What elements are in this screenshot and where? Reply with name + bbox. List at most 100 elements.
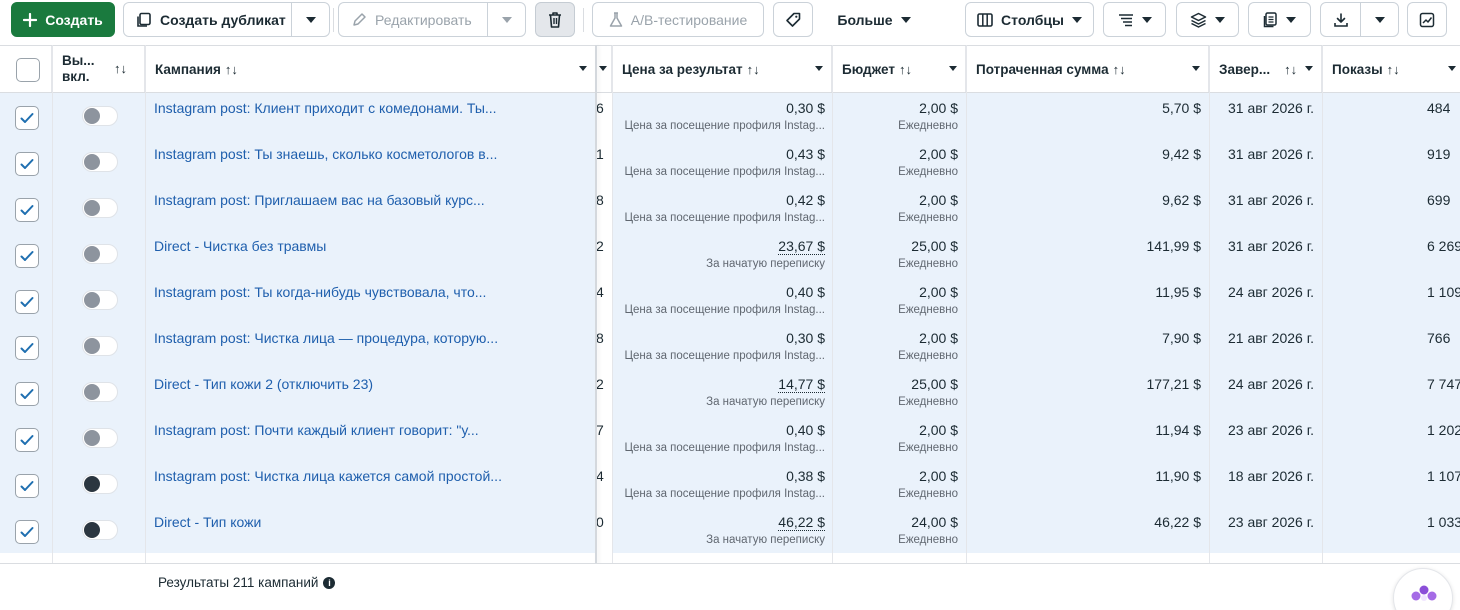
campaign-name-link[interactable]: Instagram post: Ты знаешь, сколько косме…: [154, 146, 574, 162]
toggle-knob: [84, 108, 100, 124]
campaign-name-link[interactable]: Instagram post: Чистка лица кажется само…: [154, 468, 574, 484]
header-campaign[interactable]: Кампания ↑↓: [145, 46, 596, 92]
table-row[interactable]: Instagram post: Приглашаем вас на базовы…: [0, 185, 1460, 231]
cost-value-text[interactable]: 23,67 $: [778, 238, 825, 255]
header-toggle[interactable]: Вы... вкл. ↑↓: [52, 46, 145, 92]
sort-icon[interactable]: ↑↓: [899, 62, 912, 77]
table-footer: Результаты 211 кампаний i: [0, 563, 1460, 610]
row-checkbox[interactable]: [15, 428, 39, 452]
info-icon[interactable]: i: [323, 576, 336, 589]
header-impressions[interactable]: Показы ↑↓: [1322, 46, 1460, 92]
reports-button[interactable]: [1248, 2, 1311, 37]
campaign-name-link[interactable]: Direct - Тип кожи: [154, 514, 574, 530]
chevron-down-icon[interactable]: [579, 66, 587, 71]
delete-button[interactable]: [535, 2, 575, 37]
campaign-toggle[interactable]: [82, 152, 118, 172]
campaign-name-link[interactable]: Instagram post: Почти каждый клиент гово…: [154, 422, 574, 438]
export-button[interactable]: [1321, 3, 1360, 36]
campaign-toggle[interactable]: [82, 382, 118, 402]
row-checkbox[interactable]: [15, 336, 39, 360]
export-dropdown-button[interactable]: [1361, 3, 1399, 36]
table-row[interactable]: Instagram post: Ты знаешь, сколько косме…: [0, 139, 1460, 185]
chevron-down-icon: [1375, 16, 1385, 23]
columns-button[interactable]: Столбцы: [965, 2, 1094, 37]
row-checkbox[interactable]: [15, 198, 39, 222]
chevron-down-icon[interactable]: [949, 66, 957, 71]
row-checkbox[interactable]: [15, 244, 39, 268]
campaign-toggle[interactable]: [82, 474, 118, 494]
table-row[interactable]: Direct - Чистка без травмы 2 23,67 $ За нач…: [0, 231, 1460, 277]
layers-button[interactable]: [1176, 2, 1239, 37]
sort-icon[interactable]: ↑↓: [1284, 62, 1297, 77]
row-checkbox[interactable]: [15, 520, 39, 544]
create-button[interactable]: Создать: [11, 2, 115, 37]
duplicate-dropdown-button[interactable]: [292, 3, 330, 36]
spent-value: 177,21 $: [1146, 376, 1202, 392]
spent-value: 9,42 $: [1162, 146, 1201, 162]
duplicate-button[interactable]: Создать дубликат: [160, 12, 286, 28]
chevron-down-icon[interactable]: [1448, 66, 1456, 71]
campaign-name-link[interactable]: Instagram post: Приглашаем вас на базовы…: [154, 192, 574, 208]
campaign-name-link[interactable]: Direct - Тип кожи 2 (отключить 23): [154, 376, 574, 392]
pinned-column-divider[interactable]: [595, 45, 597, 610]
chevron-down-icon[interactable]: [815, 66, 823, 71]
ab-test-button[interactable]: A/B-тестирование: [592, 2, 764, 37]
table-row[interactable]: Instagram post: Чистка лица кажется само…: [0, 461, 1460, 507]
campaign-name-link[interactable]: Instagram post: Ты когда-нибудь чувствов…: [154, 284, 574, 300]
table-row[interactable]: Direct - Тип кожи 2 (отключить 23) 2 14,77…: [0, 369, 1460, 415]
row-highlight: [612, 507, 1460, 553]
row-checkbox[interactable]: [15, 152, 39, 176]
select-all-checkbox[interactable]: [16, 58, 40, 82]
edit-dropdown-button[interactable]: [488, 3, 526, 36]
sort-icon[interactable]: ↑↓: [225, 62, 238, 77]
sort-icon[interactable]: ↑↓: [1387, 62, 1400, 77]
spent-value: 46,22 $: [1154, 514, 1201, 530]
row-checkbox[interactable]: [15, 106, 39, 130]
chevron-down-icon[interactable]: [599, 66, 607, 71]
row-checkbox[interactable]: [15, 382, 39, 406]
end-date-value: 21 авг 2026 г.: [1227, 330, 1314, 346]
header-cost-per-result[interactable]: Цена за результат ↑↓: [612, 46, 832, 92]
row-checkbox[interactable]: [15, 474, 39, 498]
row-checkbox[interactable]: [15, 290, 39, 314]
campaign-toggle[interactable]: [82, 290, 118, 310]
toggle-knob: [84, 476, 100, 492]
campaign-toggle[interactable]: [82, 428, 118, 448]
cost-value-text[interactable]: 46,22 $: [778, 514, 825, 531]
cost-value-text: 0,43 $: [786, 146, 825, 162]
header-budget[interactable]: Бюджет ↑↓: [832, 46, 966, 92]
edit-button[interactable]: Редактировать: [375, 12, 472, 28]
impressions-value: 7 747: [1427, 376, 1460, 392]
chevron-down-icon[interactable]: [1305, 66, 1313, 71]
results-cell-truncated: 8: [596, 192, 604, 208]
chart-button[interactable]: [1407, 2, 1447, 37]
campaign-name-link[interactable]: Instagram post: Клиент приходит с комедо…: [154, 100, 574, 116]
tag-button[interactable]: [773, 2, 813, 37]
table-row[interactable]: Instagram post: Почти каждый клиент гово…: [0, 415, 1460, 461]
campaign-name-link[interactable]: Instagram post: Чистка лица — процедура,…: [154, 330, 574, 346]
header-spent[interactable]: Потраченная сумма ↑↓: [966, 46, 1209, 92]
campaign-toggle[interactable]: [82, 520, 118, 540]
sort-icon[interactable]: ↑↓: [747, 62, 760, 77]
cost-value-text[interactable]: 14,77 $: [778, 376, 825, 393]
table-row[interactable]: Instagram post: Ты когда-нибудь чувствов…: [0, 277, 1460, 323]
campaign-toggle[interactable]: [82, 106, 118, 126]
table-row[interactable]: Direct - Тип кожи 0 46,22 $ За начатую пере…: [0, 507, 1460, 553]
duplicate-icon[interactable]: [136, 12, 152, 28]
cost-value-text: 0,38 $: [786, 468, 825, 484]
campaigns-table: Вы... вкл. ↑↓ Кампания ↑↓ Цена за резуль…: [0, 45, 1460, 610]
campaign-toggle[interactable]: [82, 244, 118, 264]
breakdown-button[interactable]: [1103, 2, 1166, 37]
campaign-name-link[interactable]: Direct - Чистка без травмы: [154, 238, 574, 254]
campaign-toggle[interactable]: [82, 336, 118, 356]
sort-icon[interactable]: ↑↓: [114, 61, 127, 77]
budget-value: 2,00 $: [919, 422, 958, 438]
campaign-toggle[interactable]: [82, 198, 118, 218]
header-ends[interactable]: Завер... ↑↓: [1209, 46, 1322, 92]
more-button[interactable]: Больше: [826, 2, 922, 37]
sort-icon[interactable]: ↑↓: [1113, 62, 1126, 77]
table-row[interactable]: Instagram post: Клиент приходит с комедо…: [0, 93, 1460, 139]
table-row[interactable]: Instagram post: Чистка лица — процедура,…: [0, 323, 1460, 369]
impressions-value: 1 033: [1427, 514, 1460, 530]
chevron-down-icon[interactable]: [1192, 66, 1200, 71]
